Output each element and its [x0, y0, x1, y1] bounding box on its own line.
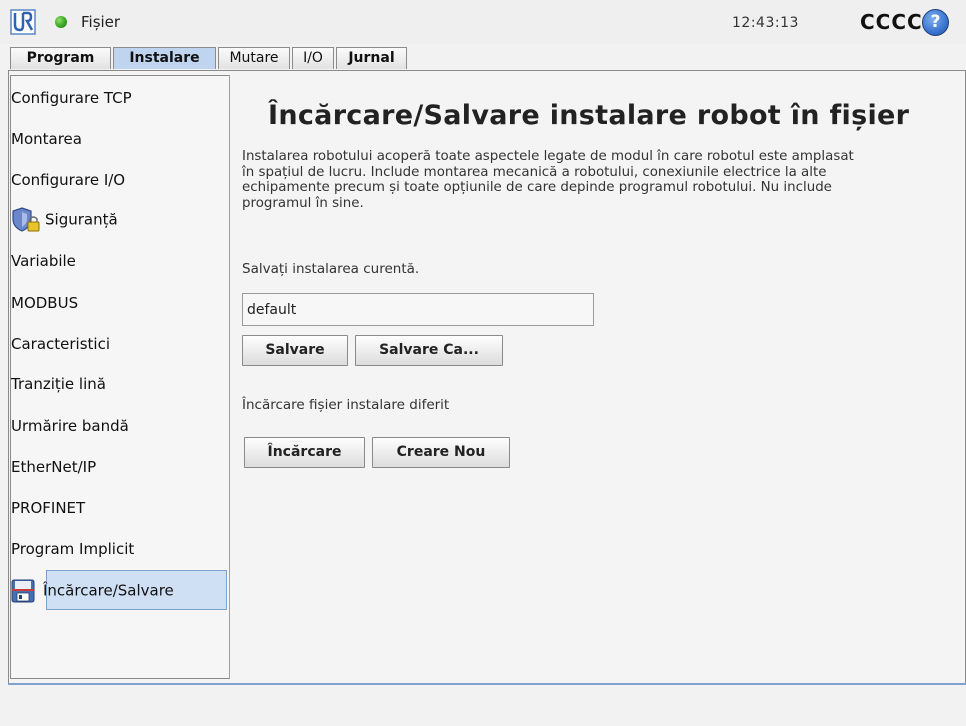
sidebar-item-configurare-io[interactable]: Configurare I/O — [11, 171, 125, 189]
sidebar-item-label: Variabile — [11, 252, 76, 270]
sidebar-item-configurare-tcp[interactable]: Configurare TCP — [11, 89, 132, 107]
help-icon[interactable]: ? — [922, 9, 949, 36]
description-line: programul în sine. — [242, 195, 364, 211]
installation-name-input[interactable] — [242, 293, 594, 326]
save-as-button[interactable]: Salvare Ca... — [355, 335, 503, 366]
floppy-disk-icon — [11, 579, 35, 603]
file-menu[interactable]: Fișier — [81, 13, 120, 31]
sidebar-item-program-implicit[interactable]: Program Implicit — [11, 540, 134, 558]
sidebar-item-label: EtherNet/IP — [11, 458, 97, 476]
sidebar-item-label: PROFINET — [11, 499, 86, 517]
sidebar-item-label: Tranziție lină — [11, 375, 106, 393]
sidebar-item-montarea[interactable]: Montarea — [11, 130, 82, 148]
sidebar-item-urmarire-banda[interactable]: Urmărire bandă — [11, 417, 129, 435]
sidebar-item-label: Urmărire bandă — [11, 417, 129, 435]
sidebar-item-label: Configurare TCP — [11, 89, 132, 107]
sidebar-item-caracteristici[interactable]: Caracteristici — [11, 335, 110, 353]
description-line: Instalarea robotului acoperă toate aspec… — [242, 149, 854, 164]
tab-mutare[interactable]: Mutare — [218, 47, 290, 69]
sidebar-item-siguranta[interactable]: Siguranță — [11, 206, 118, 234]
sidebar-item-label: Caracteristici — [11, 335, 110, 353]
robot-status-icon — [55, 16, 67, 28]
universal-robots-logo-icon — [10, 9, 36, 35]
description-line: echipamente precum și toate opțiunile de… — [242, 180, 832, 195]
main-tabs: Program Instalare Mutare I/O Jurnal — [10, 47, 409, 69]
save-section-label: Salvați instalarea curentă. — [242, 261, 420, 277]
page-title: Încărcare/Salvare instalare robot în fiș… — [268, 100, 910, 131]
sidebar-item-label: Încărcare/Salvare — [43, 581, 174, 600]
tab-instalare[interactable]: Instalare — [113, 47, 216, 69]
sidebar-item-tranzitie-lina[interactable]: Tranziție lină — [11, 375, 106, 393]
description-line: în spațiul de lucru. Include montarea me… — [242, 164, 827, 180]
top-bar: Fișier 12:43:13 CCCC ? — [0, 0, 966, 44]
save-button[interactable]: Salvare — [242, 335, 348, 366]
sidebar-item-label: Configurare I/O — [11, 171, 126, 189]
sidebar-item-label: MODBUS — [11, 294, 79, 312]
load-button[interactable]: Încărcare — [244, 437, 365, 468]
tab-jurnal[interactable]: Jurnal — [336, 47, 407, 69]
robot-name: CCCC — [860, 10, 923, 34]
sidebar-item-label: Program Implicit — [11, 540, 135, 558]
tab-io[interactable]: I/O — [292, 47, 334, 69]
sidebar-item-ethernet-ip[interactable]: EtherNet/IP — [11, 458, 96, 476]
bottom-divider — [8, 683, 966, 685]
description: Instalarea robotului acoperă toate aspec… — [242, 149, 947, 211]
sidebar-item-variabile[interactable]: Variabile — [11, 252, 76, 270]
shield-lock-icon — [12, 207, 40, 232]
sidebar-item-label: Montarea — [11, 130, 82, 148]
clock: 12:43:13 — [732, 15, 799, 31]
sidebar-item-label: Siguranță — [45, 210, 118, 229]
sidebar-item-profinet[interactable]: PROFINET — [11, 499, 85, 517]
create-new-button[interactable]: Creare Nou — [372, 437, 510, 468]
tab-program[interactable]: Program — [10, 47, 111, 69]
sidebar-item-modbus[interactable]: MODBUS — [11, 294, 78, 312]
sidebar-item-incarcare-salvare[interactable]: Încărcare/Salvare — [11, 579, 174, 603]
load-section-label: Încărcare fișier instalare diferit — [242, 397, 450, 413]
